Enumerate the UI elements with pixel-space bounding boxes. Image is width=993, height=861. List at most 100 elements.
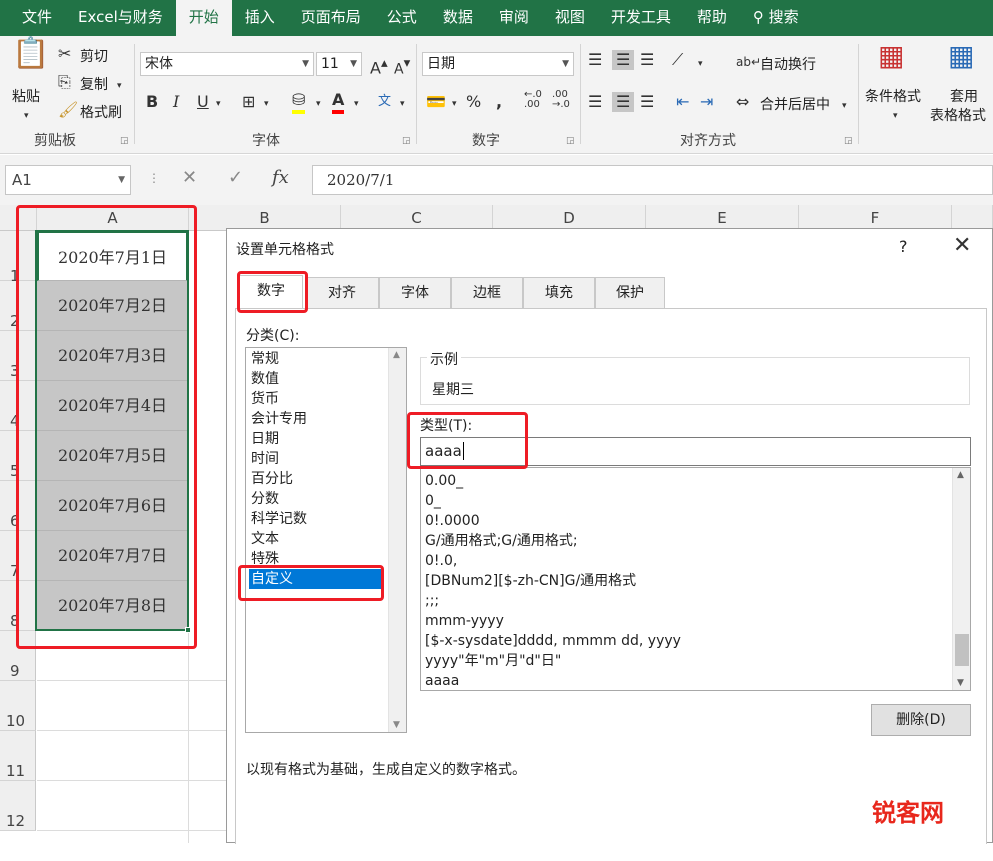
merge-center-button[interactable]: 合并后居中 <box>760 94 830 114</box>
list-item[interactable]: 0.00_ <box>425 471 463 491</box>
increase-font-icon[interactable]: A▴ <box>370 54 388 78</box>
font-color-dropdown-icon[interactable]: ▾ <box>354 94 359 114</box>
name-box[interactable]: A1 ▼ <box>5 165 131 195</box>
decrease-font-icon[interactable]: A▾ <box>394 54 410 79</box>
chevron-up-icon[interactable]: ▲ <box>957 470 964 480</box>
underline-dropdown-icon[interactable]: ▾ <box>216 94 221 114</box>
conditional-dropdown-icon[interactable]: ▾ <box>893 106 898 126</box>
help-button[interactable]: ? <box>899 237 908 256</box>
bold-icon[interactable]: B <box>146 92 158 112</box>
list-item[interactable]: yyyy"年"m"月"d"日" <box>425 651 561 671</box>
fill-dropdown-icon[interactable]: ▾ <box>316 94 321 114</box>
tab-file[interactable]: 文件 <box>0 0 65 36</box>
category-list[interactable]: 常规 数值 货币 会计专用 日期 时间 百分比 分数 科学记数 文本 特殊 自定… <box>245 347 407 733</box>
tab-developer[interactable]: 开发工具 <box>598 0 684 36</box>
alignment-launcher-icon[interactable]: ◲ <box>844 136 853 146</box>
list-item[interactable]: ;;; <box>425 591 439 611</box>
wrap-text-button[interactable]: 自动换行 <box>760 54 816 74</box>
decrease-indent-icon[interactable]: ⇤ <box>676 92 689 112</box>
clipboard-launcher-icon[interactable]: ◲ <box>120 136 129 146</box>
italic-icon[interactable]: I <box>173 92 179 112</box>
chevron-up-icon[interactable]: ▲ <box>393 350 400 360</box>
copy-icon[interactable]: ⎘ <box>58 72 71 92</box>
list-item[interactable]: 货币 <box>249 389 383 409</box>
number-format-select[interactable]: 日期 ▼ <box>422 52 574 76</box>
border-dropdown-icon[interactable]: ▾ <box>264 94 269 114</box>
tab-review[interactable]: 审阅 <box>486 0 542 36</box>
insert-function-icon[interactable]: fx <box>272 167 289 188</box>
row-header-12[interactable]: 12 <box>0 781 36 831</box>
chevron-down-icon[interactable]: ▼ <box>393 720 400 730</box>
conditional-format-icon[interactable]: ▦ <box>878 42 904 70</box>
merge-dropdown-icon[interactable]: ▾ <box>842 96 847 116</box>
font-launcher-icon[interactable]: ◲ <box>402 136 411 146</box>
font-color-icon[interactable]: A <box>332 90 345 114</box>
conditional-format-button[interactable]: 条件格式 <box>865 86 921 106</box>
search-box[interactable]: ⚲ 搜索 <box>740 0 812 36</box>
list-item[interactable]: 时间 <box>249 449 383 469</box>
cut-icon[interactable]: ✂ <box>58 44 71 64</box>
align-bottom-icon[interactable]: ☰ <box>640 50 654 70</box>
increase-indent-icon[interactable]: ⇥ <box>700 92 713 112</box>
format-painter-button[interactable]: 格式刷 <box>80 102 122 122</box>
accounting-format-icon[interactable]: 💳 <box>426 92 446 112</box>
cancel-icon[interactable]: ✕ <box>182 167 197 188</box>
border-icon[interactable]: ⊞ <box>242 92 255 112</box>
align-right-icon[interactable]: ☰ <box>640 92 654 112</box>
list-item[interactable]: G/通用格式;G/通用格式; <box>425 531 578 551</box>
tab-formulas[interactable]: 公式 <box>374 0 430 36</box>
tab-excel-finance[interactable]: Excel与财务 <box>65 0 176 36</box>
more-icon[interactable]: ⋮ <box>148 171 160 185</box>
orientation-dropdown-icon[interactable]: ▾ <box>698 54 703 74</box>
tab-view[interactable]: 视图 <box>542 0 598 36</box>
list-item[interactable]: aaaa <box>425 671 459 691</box>
list-item[interactable]: 0!.0, <box>425 551 457 571</box>
tab-fill[interactable]: 填充 <box>523 277 595 309</box>
tab-insert[interactable]: 插入 <box>232 0 288 36</box>
paste-button[interactable]: 粘贴 <box>12 86 40 106</box>
percent-icon[interactable]: % <box>466 92 481 112</box>
list-item[interactable]: 科学记数 <box>249 509 383 529</box>
format-list[interactable]: 0.00_ 0_ 0!.0000 G/通用格式;G/通用格式; 0!.0, [D… <box>420 467 971 691</box>
enter-icon[interactable]: ✓ <box>228 167 243 188</box>
format-as-table-line2[interactable]: 表格格式 <box>930 105 986 125</box>
formula-input[interactable]: 2020/7/1 <box>312 165 993 195</box>
tab-page-layout[interactable]: 页面布局 <box>288 0 374 36</box>
paste-icon[interactable]: 📋 <box>12 39 49 69</box>
scrollbar-thumb[interactable] <box>955 634 969 666</box>
tab-border[interactable]: 边框 <box>451 277 523 309</box>
list-item[interactable]: 会计专用 <box>249 409 383 429</box>
paste-dropdown-icon[interactable]: ▾ <box>24 106 29 126</box>
tab-protection[interactable]: 保护 <box>595 277 665 309</box>
tab-alignment[interactable]: 对齐 <box>305 277 379 309</box>
list-item[interactable]: 分数 <box>249 489 383 509</box>
accounting-dropdown-icon[interactable]: ▾ <box>452 94 457 114</box>
tab-help[interactable]: 帮助 <box>684 0 740 36</box>
cut-button[interactable]: 剪切 <box>80 46 108 66</box>
close-icon[interactable]: ✕ <box>953 233 971 258</box>
list-item[interactable]: mmm-yyyy <box>425 611 504 631</box>
align-left-icon[interactable]: ☰ <box>588 92 602 112</box>
align-center-icon[interactable]: ☰ <box>612 92 635 112</box>
list-item[interactable]: [DBNum2][$-zh-CN]G/通用格式 <box>425 571 636 591</box>
underline-icon[interactable]: U <box>197 92 209 112</box>
list-item[interactable]: 数值 <box>249 369 383 389</box>
comma-style-icon[interactable]: , <box>496 92 502 112</box>
format-painter-icon[interactable]: 🖌 <box>58 100 78 120</box>
decrease-decimal-icon[interactable]: .00 →.0 <box>552 90 570 110</box>
orientation-icon[interactable]: ⟋ <box>672 50 683 70</box>
chevron-down-icon[interactable]: ▼ <box>957 678 964 688</box>
number-launcher-icon[interactable]: ◲ <box>566 136 575 146</box>
copy-button[interactable]: 复制 <box>80 74 108 94</box>
format-as-table-icon[interactable]: ▦ <box>948 42 974 70</box>
wrap-text-icon[interactable]: ab↵ <box>736 52 761 72</box>
font-size-select[interactable]: 11 ▼ <box>316 52 362 76</box>
list-item[interactable]: 文本 <box>249 529 383 549</box>
category-scrollbar[interactable]: ▲ ▼ <box>388 348 406 732</box>
row-header-10[interactable]: 10 <box>0 681 36 731</box>
tab-home[interactable]: 开始 <box>175 0 232 36</box>
delete-button[interactable]: 删除(D) <box>871 704 971 736</box>
align-middle-icon[interactable]: ☰ <box>612 50 635 70</box>
font-name-select[interactable]: 宋体 ▼ <box>140 52 314 76</box>
align-top-icon[interactable]: ☰ <box>588 50 602 70</box>
